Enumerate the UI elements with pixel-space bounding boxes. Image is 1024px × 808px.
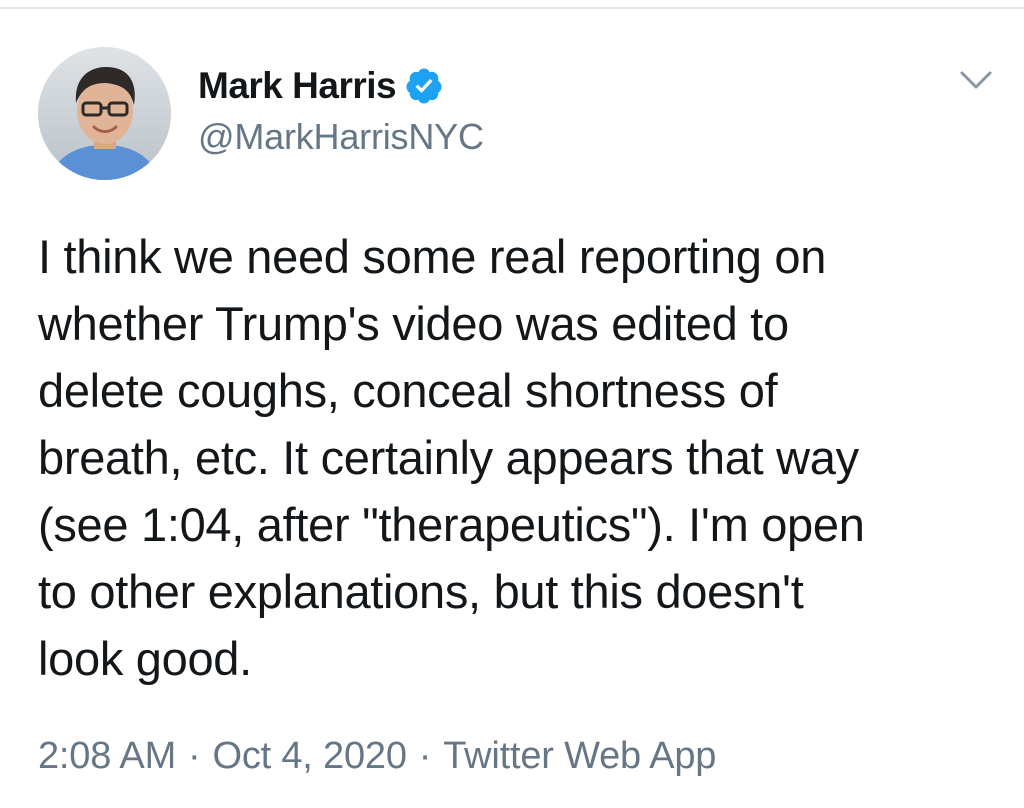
tweet-time[interactable]: 2:08 AM [38,735,176,778]
chevron-down-icon [960,71,992,89]
name-row: Mark Harris [198,62,484,110]
tweet-text: I think we need some real reporting on w… [38,230,865,685]
profile-photo-icon [38,47,171,180]
avatar[interactable] [38,47,171,180]
tweet-card: Mark Harris @MarkHarrisNYC I think we ne… [0,0,1024,808]
verified-badge-icon [404,66,444,106]
tweet-metadata: 2:08 AM · Oct 4, 2020 · Twitter Web App [38,735,716,778]
handle[interactable]: @MarkHarrisNYC [198,116,484,158]
display-name[interactable]: Mark Harris [198,65,397,107]
meta-separator: · [418,735,432,777]
tweet-source[interactable]: Twitter Web App [443,735,716,778]
author-block[interactable]: Mark Harris @MarkHarrisNYC [198,62,484,158]
meta-separator: · [188,735,201,777]
tweet-date[interactable]: Oct 4, 2020 [213,735,407,778]
tweet-menu-button[interactable] [956,62,996,98]
